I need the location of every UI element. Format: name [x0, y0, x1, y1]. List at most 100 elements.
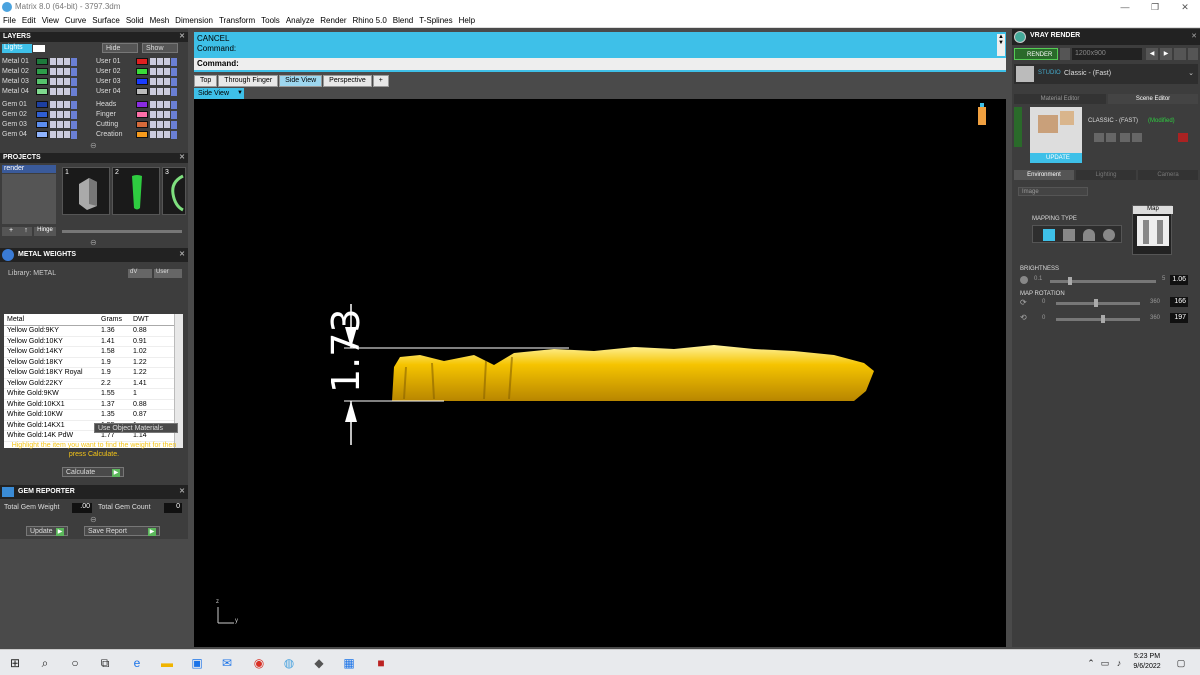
layer-select-icon[interactable]	[64, 68, 70, 75]
layer-color-swatch[interactable]	[36, 78, 48, 85]
layer-select-icon[interactable]	[64, 111, 70, 118]
mail-icon[interactable]: ✉	[218, 654, 236, 672]
save-report-button[interactable]: Save Report ▶	[84, 526, 160, 536]
layer-color-swatch[interactable]	[36, 58, 48, 65]
layer-lock-icon[interactable]	[157, 78, 163, 85]
layer-select-icon[interactable]	[64, 101, 70, 108]
brightness-slider[interactable]	[1050, 277, 1156, 285]
layer-lock-icon[interactable]	[157, 111, 163, 118]
layer-bar[interactable]	[171, 87, 177, 96]
layer-visible-icon[interactable]	[50, 78, 56, 85]
layer-select-icon[interactable]	[164, 131, 170, 138]
table-row[interactable]: White Gold:9KW 1.55 1	[4, 389, 174, 400]
layer-bar[interactable]	[171, 57, 177, 66]
map-preview[interactable]: Map	[1132, 205, 1173, 255]
layer-bar[interactable]	[71, 57, 77, 66]
layer-visible-icon[interactable]	[50, 131, 56, 138]
project-thumb-2[interactable]: 2	[112, 167, 160, 215]
layer-lock-icon[interactable]	[57, 111, 63, 118]
table-row[interactable]: Yellow Gold:14KY 1.58 1.02	[4, 347, 174, 358]
menu-rhino[interactable]: Rhino 5.0	[353, 16, 387, 25]
table-row[interactable]: Yellow Gold:18KY Royal 1.9 1.22	[4, 368, 174, 379]
layer-select-icon[interactable]	[64, 88, 70, 95]
layer-color-swatch[interactable]	[136, 58, 148, 65]
layer-color-swatch[interactable]	[136, 88, 148, 95]
clock-date[interactable]: 9/6/2022	[1130, 663, 1164, 670]
show-button[interactable]: Show	[142, 43, 178, 53]
layer-select-icon[interactable]	[164, 88, 170, 95]
add-tab-button[interactable]: +	[372, 75, 389, 87]
table-row[interactable]: Yellow Gold:9KY 1.36 0.88	[4, 326, 174, 337]
menu-help[interactable]: Help	[459, 16, 475, 25]
layer-lock-icon[interactable]	[57, 58, 63, 65]
command-input[interactable]: Command:	[194, 58, 1006, 70]
scene-tool-4[interactable]	[1132, 133, 1142, 142]
layer-bar[interactable]	[171, 120, 177, 129]
project-item-render[interactable]: render	[2, 165, 56, 173]
layer-color-swatch[interactable]	[136, 68, 148, 75]
hide-button[interactable]: Hide	[102, 43, 138, 53]
rhino-icon[interactable]: ◆	[310, 654, 328, 672]
layer-visible-icon[interactable]	[150, 58, 156, 65]
vray-close-icon[interactable]: ✕	[1191, 32, 1197, 40]
minimize-button[interactable]: —	[1110, 0, 1140, 14]
layer-bar[interactable]	[171, 77, 177, 86]
layer-color-swatch[interactable]	[36, 101, 48, 108]
tab-perspective[interactable]: Perspective	[323, 75, 372, 87]
collapse-icon-3[interactable]: ⊖	[90, 515, 97, 524]
brightness-value[interactable]: 1.06	[1170, 275, 1188, 285]
layer-lock-icon[interactable]	[157, 121, 163, 128]
save-icon[interactable]	[1174, 48, 1186, 60]
render-settings-icon[interactable]	[1060, 48, 1070, 60]
project-thumb-1[interactable]: 1	[62, 167, 110, 215]
menu-transform[interactable]: Transform	[219, 16, 255, 25]
lights-swatch[interactable]	[33, 45, 45, 52]
photos-icon[interactable]: ▦	[340, 654, 358, 672]
project-thumb-3[interactable]: 3	[162, 167, 186, 215]
layer-select-icon[interactable]	[64, 121, 70, 128]
layer-lock-icon[interactable]	[57, 131, 63, 138]
scene-tool-1[interactable]	[1094, 133, 1104, 142]
maximize-button[interactable]: ❐	[1140, 0, 1170, 14]
scene-update-button[interactable]: UPDATE	[1030, 153, 1082, 163]
options-icon[interactable]	[1188, 48, 1198, 60]
menu-tools[interactable]: Tools	[261, 16, 280, 25]
menu-edit[interactable]: Edit	[22, 16, 36, 25]
vray-taskbar-icon[interactable]: ■	[372, 654, 390, 672]
layer-row[interactable]: User 02	[96, 67, 177, 76]
layer-visible-icon[interactable]	[150, 68, 156, 75]
layer-color-swatch[interactable]	[36, 88, 48, 95]
layer-color-swatch[interactable]	[36, 68, 48, 75]
layer-row[interactable]: Metal 04	[2, 87, 77, 96]
render-button[interactable]: RENDER	[1014, 48, 1058, 60]
layer-lock-icon[interactable]	[57, 88, 63, 95]
tab-environment[interactable]: Environment	[1014, 170, 1074, 180]
layer-select-icon[interactable]	[164, 111, 170, 118]
layer-bar[interactable]	[71, 67, 77, 76]
layer-select-icon[interactable]	[64, 78, 70, 85]
layer-color-swatch[interactable]	[36, 121, 48, 128]
layer-select-icon[interactable]	[164, 78, 170, 85]
layer-select-icon[interactable]	[164, 58, 170, 65]
store-icon[interactable]: ▣	[188, 654, 206, 672]
volume-icon[interactable]: ♪	[1110, 654, 1128, 672]
menu-mesh[interactable]: Mesh	[150, 16, 170, 25]
layer-bar[interactable]	[71, 120, 77, 129]
layer-row[interactable]: Gem 02	[2, 110, 77, 119]
collapse-icon[interactable]: ⊖	[90, 141, 97, 150]
layer-lock-icon[interactable]	[57, 121, 63, 128]
layer-lock-icon[interactable]	[157, 58, 163, 65]
chrome-icon[interactable]: ◉	[250, 654, 268, 672]
table-row[interactable]: Yellow Gold:10KY 1.41 0.91	[4, 337, 174, 347]
project-list[interactable]	[2, 174, 56, 224]
layer-visible-icon[interactable]	[150, 121, 156, 128]
dwt-toggle[interactable]: dV	[128, 269, 152, 278]
search-icon[interactable]: ⌕	[36, 654, 54, 672]
menu-blend[interactable]: Blend	[393, 16, 413, 25]
tab-material-editor[interactable]: Material Editor	[1014, 94, 1106, 104]
layer-lock-icon[interactable]	[157, 131, 163, 138]
preset-selector[interactable]: STUDIO Classic - (Fast) ⌄	[1014, 64, 1198, 84]
update-button[interactable]: Update ▶	[26, 526, 68, 536]
layer-visible-icon[interactable]	[50, 88, 56, 95]
mapping-flat-icon[interactable]	[1043, 229, 1055, 241]
